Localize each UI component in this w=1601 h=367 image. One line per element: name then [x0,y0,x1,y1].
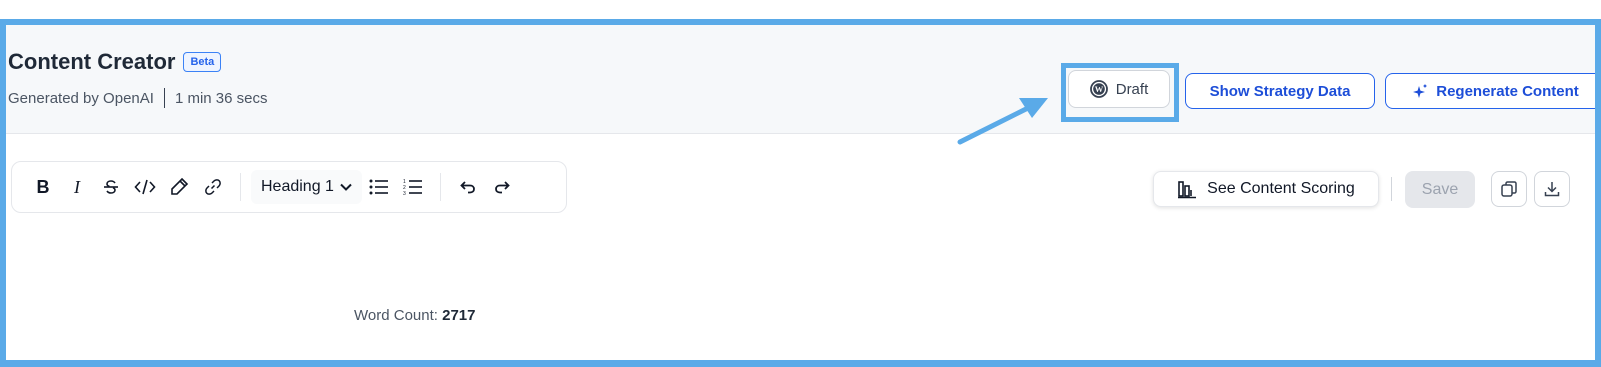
italic-icon[interactable]: I [60,170,94,204]
code-icon[interactable] [128,170,162,204]
undo-icon[interactable] [451,170,485,204]
word-count: Word Count: 2717 [354,307,475,324]
numbered-list-icon[interactable]: 123 [396,170,430,204]
heading-select[interactable]: Heading 1 [251,170,362,204]
word-count-label: Word Count: [354,307,438,324]
page-title: Content Creator [8,49,176,74]
copy-button[interactable] [1491,171,1527,207]
editor-toolbar: B I Heading 1 123 [11,161,567,213]
download-icon [1543,180,1561,198]
app-frame: Content Creator Beta Generated by OpenAI… [0,19,1601,367]
redo-icon[interactable] [485,170,519,204]
strategy-label: Show Strategy Data [1209,82,1351,100]
beta-badge: Beta [183,52,222,72]
download-button[interactable] [1534,171,1570,207]
draft-highlight-box [1061,63,1179,122]
meta-divider [163,88,165,108]
strikethrough-icon[interactable] [94,170,128,204]
toolbar-divider [240,173,241,201]
scoring-label: See Content Scoring [1207,180,1355,197]
bar-chart-icon [1177,179,1197,199]
bold-icon[interactable]: B [26,170,60,204]
toolbar-divider [439,173,441,201]
chevron-down-icon [340,180,352,194]
regenerate-label: Regenerate Content [1436,82,1579,100]
bullet-list-icon[interactable] [362,170,396,204]
regenerate-content-button[interactable]: Regenerate Content [1385,73,1595,109]
highlight-icon[interactable] [162,170,196,204]
action-divider [1391,177,1392,201]
page-header: Content Creator Beta Generated by OpenAI… [6,25,1595,134]
title-row: Content Creator Beta [8,49,222,75]
show-strategy-data-button[interactable]: Show Strategy Data [1185,73,1375,109]
generation-meta: Generated by OpenAI 1 min 36 secs [8,88,267,108]
save-button[interactable]: Save [1405,171,1475,208]
link-icon[interactable] [196,170,230,204]
generation-duration: 1 min 36 secs [174,89,268,107]
sparkle-icon [1412,83,1428,99]
svg-text:3: 3 [403,191,406,195]
see-content-scoring-button[interactable]: See Content Scoring [1153,171,1379,207]
generated-by-text: Generated by OpenAI [8,89,154,107]
heading-select-value: Heading 1 [261,178,334,195]
copy-icon [1500,180,1518,198]
word-count-value: 2717 [442,307,476,324]
